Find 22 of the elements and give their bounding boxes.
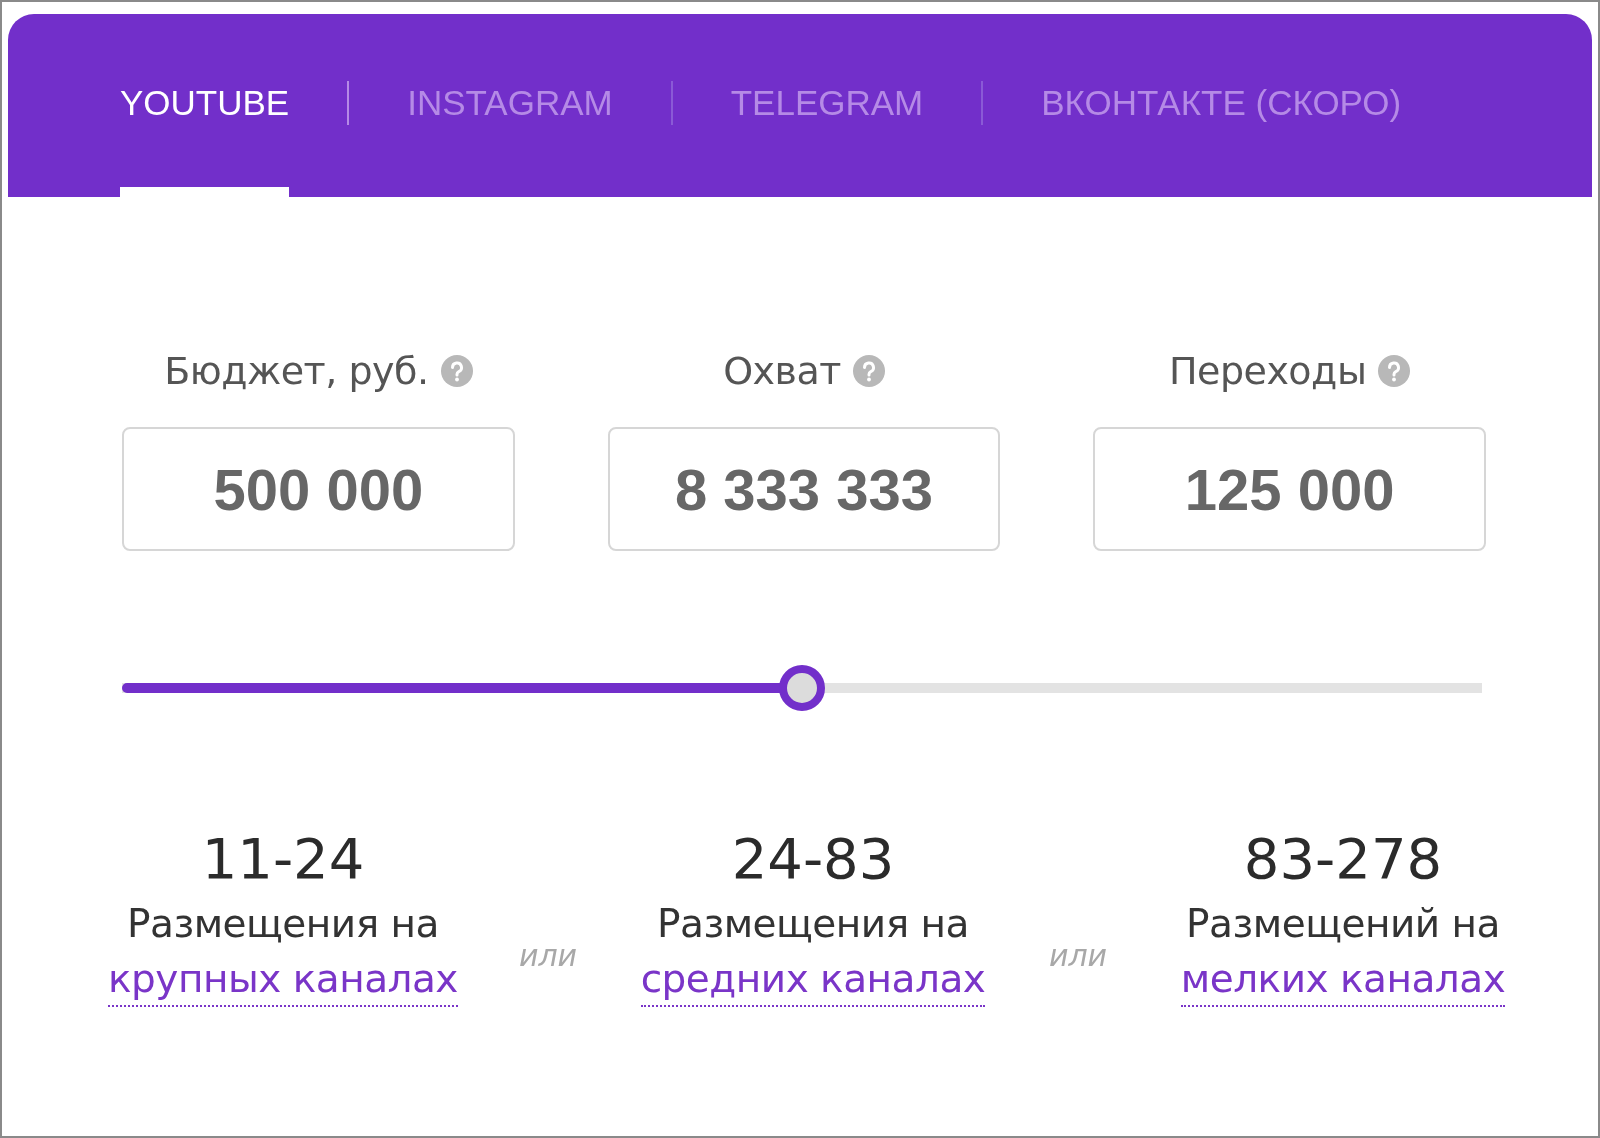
placement-text: Размещений на: [1186, 900, 1500, 948]
input-field[interactable]: 125 000: [1093, 427, 1486, 551]
channel-link[interactable]: крупных каналах: [108, 953, 458, 1007]
placement-count: 83-278: [1243, 825, 1443, 893]
help-icon[interactable]: [852, 355, 885, 387]
field-label: Бюджет, руб.: [164, 349, 429, 393]
input-field[interactable]: 8 333 333: [607, 427, 1001, 551]
placement-count: 11-24: [201, 825, 365, 893]
or-label: или: [518, 937, 578, 973]
tab[interactable]: YOUTUBE: [120, 14, 290, 197]
placement-count: 24-83: [731, 825, 895, 893]
input-field[interactable]: 500 000: [122, 427, 515, 551]
help-icon[interactable]: [1378, 355, 1411, 387]
placement-text: Размещения на: [127, 900, 439, 948]
placement-text: Размещения на: [657, 900, 969, 948]
help-icon[interactable]: [440, 355, 473, 387]
slider-thumb[interactable]: [779, 665, 825, 711]
or-label: или: [1048, 937, 1108, 973]
field-label: Переходы: [1168, 349, 1367, 393]
field-label: Охват: [723, 349, 841, 393]
channel-link[interactable]: мелких каналах: [1180, 953, 1506, 1007]
channel-link[interactable]: средних каналах: [640, 953, 986, 1007]
